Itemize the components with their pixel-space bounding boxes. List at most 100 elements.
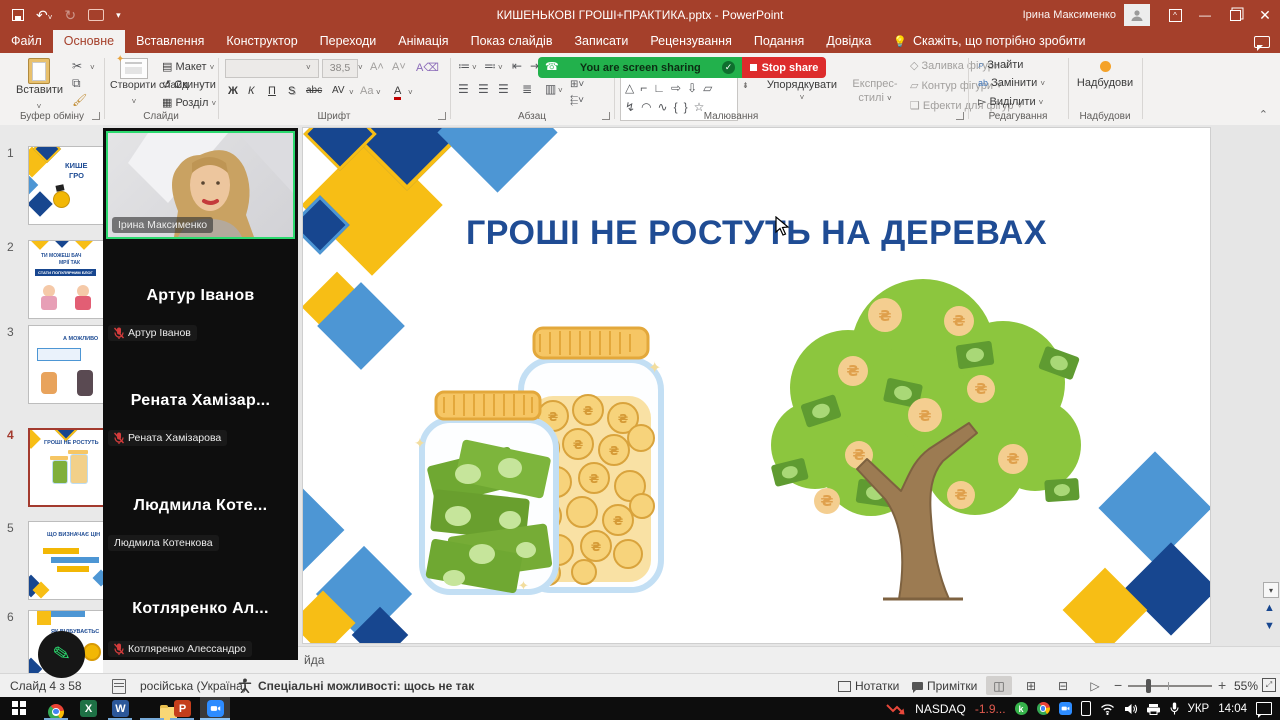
font-size-combobox[interactable]: 38,5 [322,59,358,78]
tab-record[interactable]: Записати [563,30,639,53]
accessibility-icon[interactable] [238,678,252,693]
slide-thumbnail-2[interactable]: ТИ МОЖЕШ БАЧ МРІЇ ТАК СТАТИ ПОПУЛЯРНИМ Б… [28,240,103,319]
zoom-slider-thumb[interactable] [1146,679,1151,693]
reset-button[interactable]: ↺ Скинути [162,78,216,91]
slide-thumbnail-1[interactable]: КИШЕ ГРО [28,146,103,225]
start-button[interactable] [12,701,27,716]
paragraph-dialog-launcher[interactable] [602,112,610,120]
normal-view-button[interactable]: ◫ [986,676,1012,695]
text-shadow-button[interactable]: S [288,85,295,97]
underline-button[interactable]: П [268,85,276,97]
previous-slide-button[interactable]: ▲ [1264,602,1275,614]
shape-elbow-icon[interactable]: ⌐ [640,78,647,98]
zoom-meeting-panel[interactable]: Ірина Максименко Артур Іванов Артур Іван… [103,128,298,660]
slide-title[interactable]: ГРОШІ НЕ РОСТУТЬ НА ДЕРЕВАХ [303,214,1210,253]
tab-file[interactable]: Файл [0,30,53,53]
printer-icon[interactable] [1146,703,1161,715]
participant-tile[interactable]: Артур Іванов Артур Іванов [103,241,298,346]
zoom-percentage[interactable]: 55% [1234,679,1258,693]
zoom-slider-track[interactable] [1128,685,1212,687]
fit-to-window-icon[interactable]: ⤢ [1262,678,1276,692]
comments-toggle[interactable]: Примітки [912,679,977,693]
taskbar-powerpoint-icon[interactable]: P [174,700,191,717]
paste-button[interactable]: Вставити˅ [16,58,62,114]
select-button[interactable]: ▻ Виділити ˅ [978,95,1043,108]
shape-arrow-right-icon[interactable]: ⇨ [671,78,681,98]
font-dialog-launcher[interactable] [438,112,446,120]
convert-smartart-icon[interactable]: ⬱˅ [570,96,584,106]
taskbar-zoom-active[interactable] [200,697,230,720]
shapes-gallery-more-icon[interactable]: ⇟ [742,81,749,90]
avatar[interactable] [1124,4,1150,26]
account-name[interactable]: Ірина Максименко [1023,9,1116,21]
reading-view-button[interactable]: ⊟ [1050,676,1076,695]
format-painter-icon[interactable]: 🖌 [72,94,87,106]
tray-k-app-icon[interactable]: k [1015,702,1028,715]
replace-button[interactable]: ab Замінити ˅ [978,77,1045,89]
notes-toggle[interactable]: Нотатки [838,679,899,693]
tab-view[interactable]: Подання [743,30,815,53]
zoom-in-button[interactable]: + [1218,677,1226,693]
participant-tile[interactable]: Котляренко Ал... Котляренко Алессандро [103,556,298,660]
quick-access-customize-icon[interactable]: ▾ [116,10,121,21]
language-status[interactable]: російська (Україна) [140,679,247,693]
font-color-button[interactable]: А [394,85,401,100]
next-slide-button[interactable]: ▼ [1264,620,1275,632]
find-button[interactable]: ⌕ Знайти [978,59,1023,72]
tab-animations[interactable]: Анімація [387,30,459,53]
slide-thumbnail-4-selected[interactable]: ГРОШІ НЕ РОСТУТЬ [28,428,103,507]
strikethrough-button[interactable]: abc [306,85,322,96]
clock[interactable]: 14:04 [1218,703,1247,715]
taskbar-word-icon[interactable]: W [112,700,129,717]
tab-insert[interactable]: Вставлення [125,30,215,53]
tab-review[interactable]: Рецензування [639,30,742,53]
save-icon[interactable] [12,9,24,21]
tray-zoom-icon[interactable] [1059,702,1072,715]
money-jars-image[interactable]: ₴₴₴ ₴₴₴ ₴₴₴ ✦ [398,298,703,608]
microphone-icon[interactable] [1170,702,1179,715]
action-center-icon[interactable] [1256,702,1272,715]
collapse-ribbon-icon[interactable]: ⌃ [1259,108,1268,121]
undo-icon[interactable]: ↶˅ [36,7,52,24]
scrollbar-split-button[interactable]: ▾ [1263,582,1279,598]
clipboard-more-icon[interactable]: ˅ [90,63,95,72]
tab-slideshow[interactable]: Показ слайдів [460,30,564,53]
stop-share-button[interactable]: Stop share [742,57,826,78]
cut-icon[interactable]: ✂ [72,60,82,72]
shape-triangle-icon[interactable]: △ [625,78,634,98]
active-speaker-video[interactable]: Ірина Максименко [106,131,295,239]
bold-button[interactable]: Ж [228,85,238,97]
wifi-icon[interactable] [1100,703,1115,715]
spellcheck-icon[interactable] [112,679,126,694]
slide-thumbnail-5[interactable]: ЩО ВИЗНАЧАЄ ЦІН [28,521,103,600]
numbering-icon[interactable]: ≕ [484,60,496,72]
justify-icon[interactable]: ≣ [522,83,532,95]
participant-tile[interactable]: Людмила Коте... Людмила Котенкова [103,451,298,556]
arrange-button[interactable]: Упорядкувати˅ [760,79,844,103]
slide-thumbnail-3[interactable]: А МОЖЛИВО [28,325,103,404]
addins-button[interactable]: Надбудови [1072,59,1138,89]
accessibility-status[interactable]: Спеціальні можливості: щось не так [258,679,474,693]
minimize-button[interactable]: — [1190,0,1220,30]
columns-icon[interactable]: ▥ [545,83,556,95]
ticker-change[interactable]: -1.9... [975,702,1006,716]
copy-icon[interactable]: ⧉ [72,77,81,89]
speaker-icon[interactable] [1124,703,1137,715]
tab-home[interactable]: Основне [53,30,125,53]
bullets-icon[interactable]: ≔ [458,60,470,72]
restore-button[interactable] [1220,0,1250,30]
tab-help[interactable]: Довідка [815,30,882,53]
comments-icon[interactable] [1254,36,1270,48]
kerning-button[interactable]: AV [332,85,345,96]
section-button[interactable]: ▦ Розділ ˅ [162,96,216,109]
text-direction-icon[interactable]: ⊞˅ [570,80,584,90]
layout-button[interactable]: ▤ Макет ˅ [162,60,214,73]
shape-connector-icon[interactable]: ∟ [653,78,665,98]
italic-button[interactable]: К [248,85,254,97]
drawing-dialog-launcher[interactable] [956,112,964,120]
decrease-indent-icon[interactable]: ⇤ [512,60,522,72]
slide-sorter-view-button[interactable]: ⊞ [1018,676,1044,695]
participant-tile[interactable]: Рената Хамізар... Рената Хамізарова [103,346,298,451]
tray-chrome-icon[interactable] [1037,702,1050,715]
slide-counter[interactable]: Слайд 4 з 58 [10,679,82,693]
